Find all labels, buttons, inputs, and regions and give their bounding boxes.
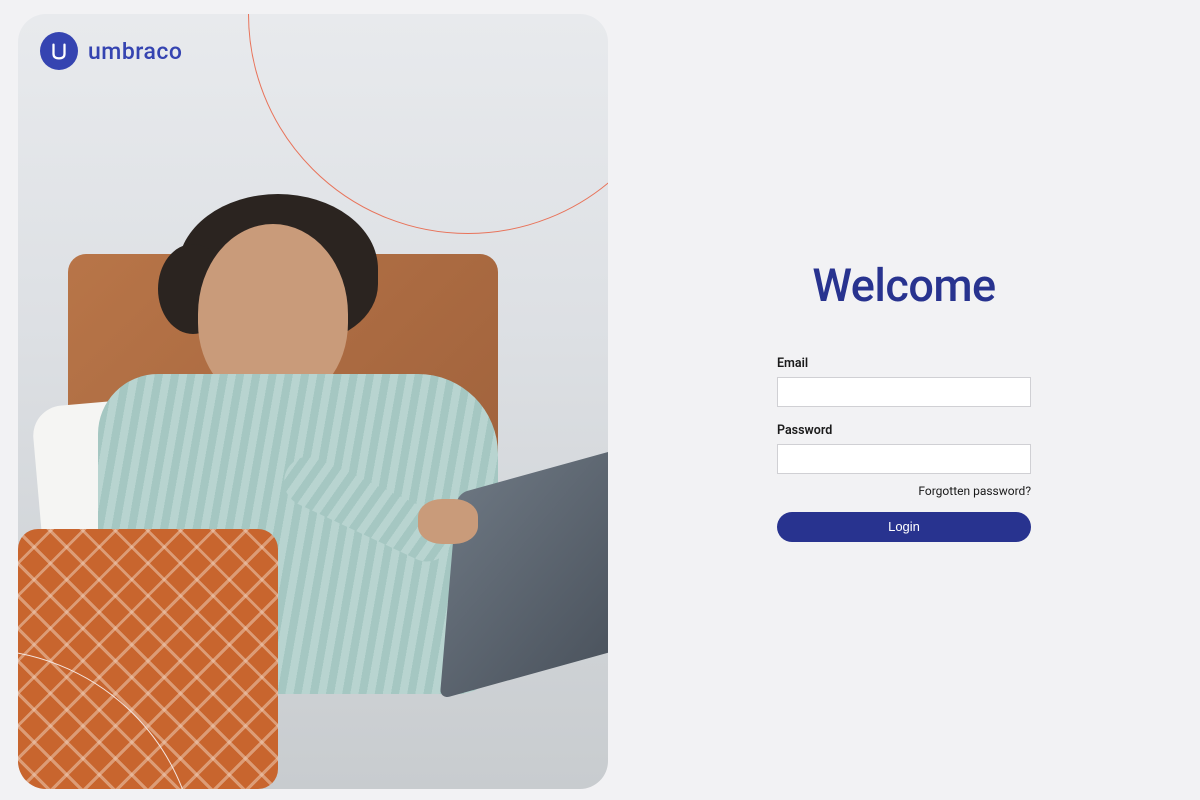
login-panel: Welcome Email Password Forgotten passwor… <box>608 0 1200 800</box>
page-title: Welcome <box>777 259 1031 312</box>
illustration-laptop <box>378 469 608 689</box>
login-button[interactable]: Login <box>777 512 1031 542</box>
brand-logo: umbraco <box>40 32 182 70</box>
forgot-password-link[interactable]: Forgotten password? <box>777 484 1031 498</box>
email-field[interactable] <box>777 377 1031 407</box>
umbraco-logo-icon <box>40 32 78 70</box>
password-field[interactable] <box>777 444 1031 474</box>
password-label: Password <box>777 423 1031 438</box>
email-label: Email <box>777 356 1031 371</box>
hero-image-panel: umbraco <box>18 14 608 789</box>
login-form: Welcome Email Password Forgotten passwor… <box>777 259 1031 542</box>
brand-name: umbraco <box>88 38 182 65</box>
